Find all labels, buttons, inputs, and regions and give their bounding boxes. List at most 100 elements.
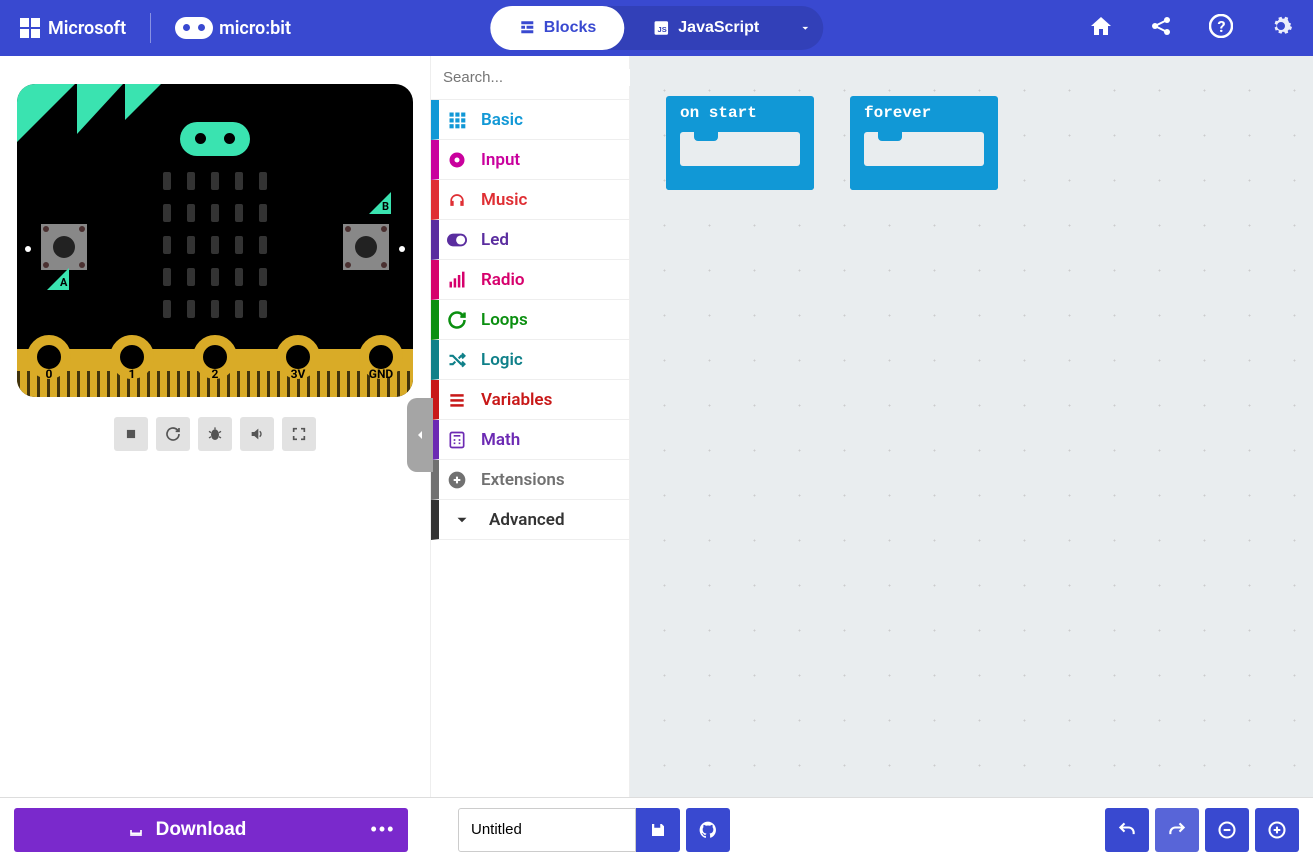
microbit-logo[interactable]: micro:bit — [175, 17, 291, 39]
blocks-icon — [518, 19, 536, 37]
block-on-start[interactable]: on start — [666, 96, 814, 190]
calc-icon — [447, 430, 467, 450]
js-icon: JS — [652, 19, 670, 37]
category-label: Extensions — [481, 470, 565, 490]
header-actions: ? — [1089, 14, 1293, 42]
category-label: Logic — [481, 350, 523, 370]
toolbox-category-input[interactable]: Input — [431, 140, 629, 180]
redo-button[interactable] — [1155, 808, 1199, 852]
refresh-icon — [165, 426, 181, 442]
simulator-panel: A B 0 1 2 3V GND — [0, 56, 430, 797]
shuffle-icon — [447, 350, 467, 370]
pin-indicator — [399, 246, 405, 252]
toggle-icon — [447, 230, 467, 250]
block-slot[interactable] — [680, 132, 800, 166]
blocks-tab[interactable]: Blocks — [490, 6, 624, 50]
button-b[interactable] — [343, 224, 389, 270]
home-button[interactable] — [1089, 14, 1113, 42]
zoom-out-button[interactable] — [1205, 808, 1249, 852]
microsoft-logo[interactable]: Microsoft — [20, 18, 126, 39]
download-more[interactable]: ••• — [358, 808, 408, 852]
toolbox-category-variables[interactable]: Variables — [431, 380, 629, 420]
undo-icon — [1117, 820, 1137, 840]
button-a-label: A — [47, 268, 69, 290]
board-decoration — [77, 84, 123, 134]
github-icon — [698, 820, 718, 840]
mode-dropdown[interactable] — [787, 6, 823, 50]
javascript-tab[interactable]: JS JavaScript — [624, 6, 787, 50]
block-forever[interactable]: forever — [850, 96, 998, 190]
pin-3v[interactable]: 3V — [276, 335, 320, 379]
category-label: Radio — [481, 270, 525, 290]
speaker-icon — [249, 426, 265, 442]
footer: Download ••• — [0, 797, 1313, 861]
audio-button[interactable] — [240, 417, 274, 451]
advanced-label: Advanced — [489, 510, 565, 530]
circle-dot-icon — [447, 150, 467, 170]
footer-actions — [1105, 808, 1299, 852]
microbit-simulator[interactable]: A B 0 1 2 3V GND — [17, 84, 413, 397]
pin-0[interactable]: 0 — [27, 335, 71, 379]
toolbox-category-basic[interactable]: Basic — [431, 100, 629, 140]
bug-icon — [207, 426, 223, 442]
chevron-down-icon — [798, 21, 812, 35]
microbit-icon — [175, 17, 213, 39]
github-button[interactable] — [686, 808, 730, 852]
svg-text:JS: JS — [658, 25, 667, 34]
pin-gnd[interactable]: GND — [359, 335, 403, 379]
toolbox-category-led[interactable]: Led — [431, 220, 629, 260]
workspace[interactable]: on start forever — [630, 56, 1313, 797]
search-input[interactable] — [443, 69, 642, 86]
toolbox-category-loops[interactable]: Loops — [431, 300, 629, 340]
toolbox-category-extensions[interactable]: Extensions — [431, 460, 629, 500]
save-button[interactable] — [636, 808, 680, 852]
js-label: JavaScript — [678, 19, 759, 37]
block-label: forever — [864, 104, 984, 122]
toolbox-category-logic[interactable]: Logic — [431, 340, 629, 380]
fullscreen-button[interactable] — [282, 417, 316, 451]
download-icon — [126, 820, 146, 840]
microsoft-label: Microsoft — [48, 18, 126, 39]
undo-button[interactable] — [1105, 808, 1149, 852]
microbit-label: micro:bit — [219, 18, 291, 39]
chevron-down-icon — [453, 511, 471, 529]
category-label: Variables — [481, 390, 552, 410]
divider — [150, 13, 151, 43]
toolbox-category-math[interactable]: Math — [431, 420, 629, 460]
toolbox-category-radio[interactable]: Radio — [431, 260, 629, 300]
pin-2[interactable]: 2 — [193, 335, 237, 379]
download-label: Download — [156, 819, 247, 841]
bars-icon — [447, 270, 467, 290]
settings-button[interactable] — [1269, 14, 1293, 42]
list-icon — [447, 390, 467, 410]
category-label: Basic — [481, 110, 523, 130]
simulator-controls — [114, 417, 316, 451]
minus-circle-icon — [1217, 820, 1237, 840]
zoom-in-button[interactable] — [1255, 808, 1299, 852]
category-label: Led — [481, 230, 509, 250]
project-name-input[interactable] — [458, 808, 636, 852]
toolbox-advanced[interactable]: Advanced — [431, 500, 629, 540]
restart-button[interactable] — [156, 417, 190, 451]
pin-indicator — [25, 246, 31, 252]
gear-icon — [1269, 14, 1293, 38]
share-icon — [1149, 14, 1173, 38]
pin-1[interactable]: 1 — [110, 335, 154, 379]
chevron-left-icon — [412, 427, 428, 443]
help-button[interactable]: ? — [1209, 14, 1233, 42]
button-a[interactable] — [41, 224, 87, 270]
share-button[interactable] — [1149, 14, 1173, 42]
edge-connector: 0 1 2 3V GND — [17, 349, 413, 397]
toolbox-category-music[interactable]: Music — [431, 180, 629, 220]
stop-button[interactable] — [114, 417, 148, 451]
blocks-label: Blocks — [544, 19, 596, 37]
board-decoration — [125, 84, 161, 120]
debug-button[interactable] — [198, 417, 232, 451]
redo-icon — [1167, 820, 1187, 840]
fullscreen-icon — [291, 426, 307, 442]
stop-icon — [124, 427, 138, 441]
download-button[interactable]: Download — [14, 808, 358, 852]
collapse-simulator[interactable] — [407, 398, 433, 472]
block-slot[interactable] — [864, 132, 984, 166]
category-label: Loops — [481, 310, 528, 330]
